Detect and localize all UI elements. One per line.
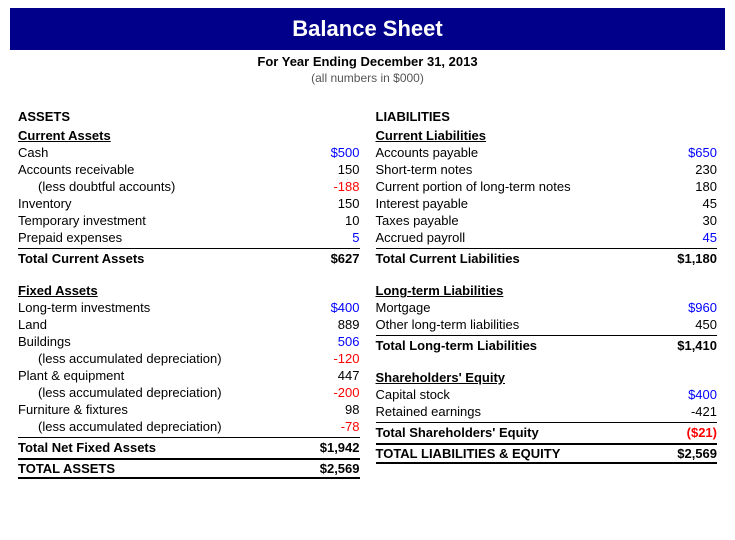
page-title: Balance Sheet	[10, 16, 725, 42]
subtitle-small: (all numbers in $000)	[0, 71, 735, 85]
subtitle: For Year Ending December 31, 2013	[0, 54, 735, 69]
total-current-liabilities: Total Current Liabilities $1,180	[376, 248, 718, 267]
fixed-assets-title: Fixed Assets	[18, 283, 360, 298]
liabilities-section-title: LIABILITIES	[376, 109, 718, 124]
list-item: (less accumulated depreciation) -120	[18, 350, 360, 367]
assets-section-title: ASSETS	[18, 109, 360, 124]
list-item: Accrued payroll 45	[376, 229, 718, 246]
long-term-liabilities-title: Long-term Liabilities	[376, 283, 718, 298]
list-item: Current portion of long-term notes 180	[376, 178, 718, 195]
total-assets: TOTAL ASSETS $2,569	[18, 458, 360, 479]
list-item: Retained earnings -421	[376, 403, 718, 420]
list-item: Short-term notes 230	[376, 161, 718, 178]
list-item: Furniture & fixtures 98	[18, 401, 360, 418]
list-item: Taxes payable 30	[376, 212, 718, 229]
shareholders-equity-title: Shareholders' Equity	[376, 370, 718, 385]
list-item: Other long-term liabilities 450	[376, 316, 718, 333]
current-assets-title: Current Assets	[18, 128, 360, 143]
header-bar: Balance Sheet	[10, 8, 725, 50]
list-item: (less accumulated depreciation) -78	[18, 418, 360, 435]
list-item: (less accumulated depreciation) -200	[18, 384, 360, 401]
current-liabilities-title: Current Liabilities	[376, 128, 718, 143]
list-item: Capital stock $400	[376, 386, 718, 403]
total-liabilities-equity: TOTAL LIABILITIES & EQUITY $2,569	[376, 443, 718, 464]
list-item: Accounts payable $650	[376, 144, 718, 161]
list-item: Long-term investments $400	[18, 299, 360, 316]
total-shareholders-equity: Total Shareholders' Equity ($21)	[376, 422, 718, 441]
list-item: Interest payable 45	[376, 195, 718, 212]
list-item: Mortgage $960	[376, 299, 718, 316]
list-item: Plant & equipment 447	[18, 367, 360, 384]
list-item: Cash $500	[18, 144, 360, 161]
list-item: Land 889	[18, 316, 360, 333]
list-item: Prepaid expenses 5	[18, 229, 360, 246]
list-item: Inventory 150	[18, 195, 360, 212]
list-item: Accounts receivable 150	[18, 161, 360, 178]
total-net-fixed-assets: Total Net Fixed Assets $1,942	[18, 437, 360, 456]
liabilities-column: LIABILITIES Current Liabilities Accounts…	[368, 103, 726, 479]
total-current-assets: Total Current Assets $627	[18, 248, 360, 267]
assets-column: ASSETS Current Assets Cash $500 Accounts…	[10, 103, 368, 479]
list-item: Temporary investment 10	[18, 212, 360, 229]
total-long-term-liabilities: Total Long-term Liabilities $1,410	[376, 335, 718, 354]
list-item: Buildings 506	[18, 333, 360, 350]
list-item: (less doubtful accounts) -188	[18, 178, 360, 195]
